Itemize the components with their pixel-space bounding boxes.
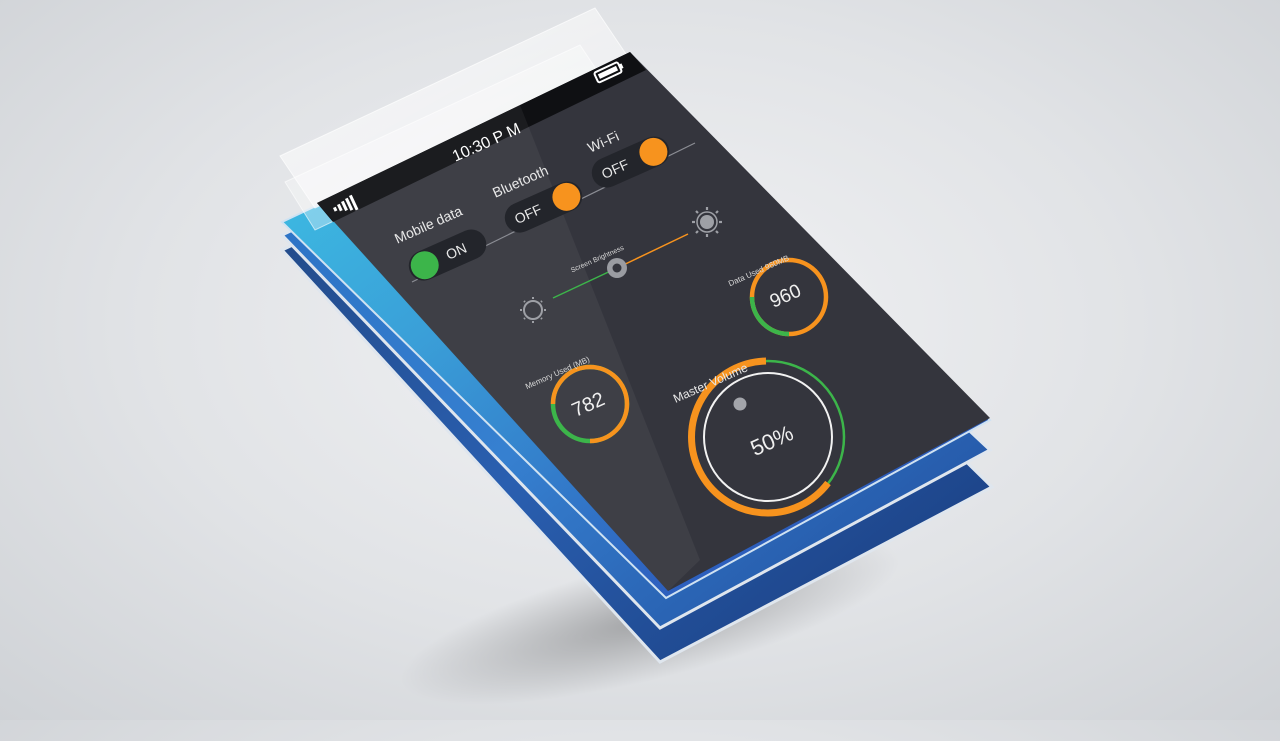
mockup-stage: 10:30 P M Mobile data Bluetooth Wi-Fi ON… [0,0,1280,741]
signal-icon [333,194,359,212]
brightness-track-high [616,233,689,269]
volume-knob[interactable] [733,397,747,411]
screen-ui [333,61,846,517]
sun-small-icon [520,297,546,323]
battery-icon [593,61,624,84]
bluetooth-state: OFF [511,200,545,227]
wifi-state: OFF [598,155,632,182]
sun-large-icon [692,207,722,237]
brightness-track-low [552,267,618,299]
mobile-data-state: ON [443,239,470,263]
